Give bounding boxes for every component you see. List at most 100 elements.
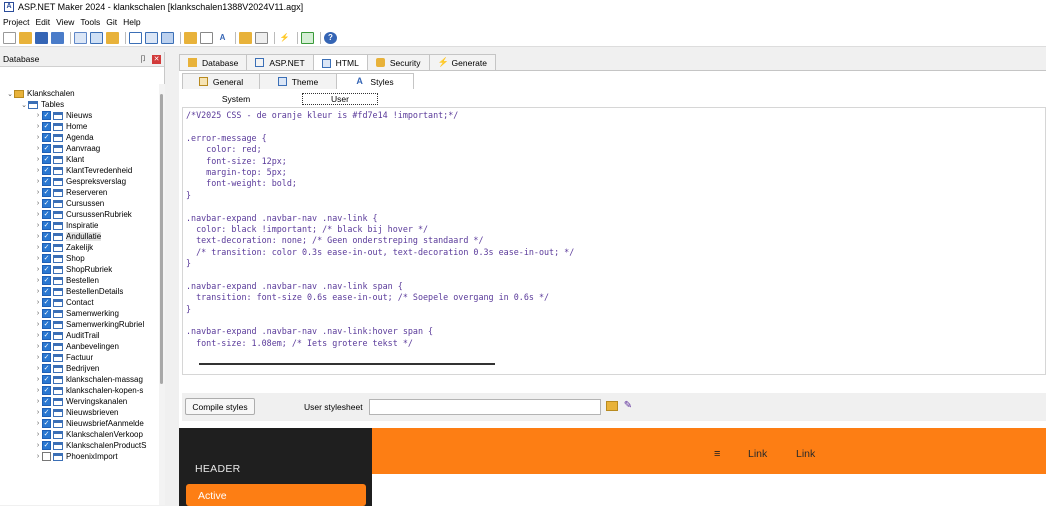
- chevron-right-icon[interactable]: ›: [34, 376, 42, 383]
- tab-general[interactable]: General: [182, 73, 260, 89]
- chevron-right-icon[interactable]: ›: [34, 343, 42, 350]
- browse-folder-icon[interactable]: [606, 401, 618, 411]
- tab-theme[interactable]: Theme: [259, 73, 337, 89]
- page-icon[interactable]: [145, 31, 158, 44]
- sync-icon[interactable]: [301, 31, 314, 44]
- chevron-right-icon[interactable]: ›: [34, 189, 42, 196]
- table-checkbox[interactable]: ✓: [42, 386, 51, 395]
- database-tree[interactable]: ⌄ Klankschalen ⌄ Tables › ✓ Nieuws › ✓ Home › ✓…: [0, 84, 160, 505]
- chevron-right-icon[interactable]: ›: [34, 310, 42, 317]
- open-folder-icon[interactable]: [19, 31, 32, 44]
- chevron-right-icon[interactable]: ›: [34, 211, 42, 218]
- chevron-right-icon[interactable]: ›: [34, 398, 42, 405]
- save-icon[interactable]: [35, 31, 48, 44]
- table-checkbox[interactable]: ✓: [42, 232, 51, 241]
- security-icon[interactable]: [239, 31, 252, 44]
- tab-html[interactable]: HTML: [312, 54, 368, 71]
- table-checkbox[interactable]: ✓: [42, 430, 51, 439]
- tree-table-item[interactable]: › ✓ Home: [34, 121, 87, 132]
- chevron-right-icon[interactable]: ›: [34, 321, 42, 328]
- table-checkbox[interactable]: ✓: [42, 298, 51, 307]
- generate-icon[interactable]: ⚡: [278, 32, 291, 44]
- tree-table-item[interactable]: › ✓ Factuur: [34, 352, 93, 363]
- tree-table-item[interactable]: › ✓ Bedrijven: [34, 363, 99, 374]
- styles-icon[interactable]: A: [216, 32, 229, 44]
- tree-table-item[interactable]: › ✓ Aanvraag: [34, 143, 100, 154]
- chevron-right-icon[interactable]: ›: [34, 156, 42, 163]
- table-checkbox[interactable]: ✓: [42, 397, 51, 406]
- chevron-right-icon[interactable]: ›: [34, 420, 42, 427]
- tree-table-item[interactable]: › ✓ SamenwerkingRubriel: [34, 319, 144, 330]
- menu-help[interactable]: Help: [123, 17, 140, 27]
- table-checkbox[interactable]: ✓: [42, 188, 51, 197]
- table-checkbox[interactable]: ✓: [42, 375, 51, 384]
- tab-database[interactable]: Database: [179, 54, 248, 70]
- table-checkbox[interactable]: ✓: [42, 265, 51, 274]
- table-checkbox[interactable]: ✓: [42, 287, 51, 296]
- tree-table-item[interactable]: › ✓ Andullatie: [34, 231, 102, 242]
- chevron-right-icon[interactable]: ›: [34, 255, 42, 262]
- chevron-right-icon[interactable]: ›: [34, 277, 42, 284]
- table-checkbox[interactable]: ✓: [42, 166, 51, 175]
- tree-table-item[interactable]: › ✓ Contact: [34, 297, 94, 308]
- tree-table-item[interactable]: › ✓ Cursussen: [34, 198, 104, 209]
- tree-table-item[interactable]: › ✓ Inspiratie: [34, 220, 98, 231]
- tree-table-item[interactable]: › ✓ Zakelijk: [34, 242, 93, 253]
- table-checkbox[interactable]: ✓: [42, 210, 51, 219]
- table-checkbox[interactable]: ✓: [42, 353, 51, 362]
- chevron-right-icon[interactable]: ›: [34, 354, 42, 361]
- chevron-right-icon[interactable]: ›: [34, 387, 42, 394]
- pin-icon[interactable]: 卩: [139, 54, 149, 65]
- table-checkbox[interactable]: ✓: [42, 364, 51, 373]
- scrollbar-thumb[interactable]: [160, 94, 163, 384]
- table-checkbox[interactable]: ✓: [42, 144, 51, 153]
- code-text[interactable]: /*V2025 CSS - de oranje kleur is #fd7e14…: [186, 110, 574, 349]
- chevron-right-icon[interactable]: ›: [34, 200, 42, 207]
- tab-user[interactable]: User: [302, 93, 378, 105]
- html-icon[interactable]: [184, 31, 197, 44]
- tree-table-item[interactable]: › ✓ BestellenDetails: [34, 286, 123, 297]
- tree-table-item[interactable]: › ✓ Nieuws: [34, 110, 92, 121]
- table-checkbox[interactable]: ✓: [42, 441, 51, 450]
- table-checkbox[interactable]: ✓: [42, 331, 51, 340]
- close-icon[interactable]: ✕: [152, 54, 161, 64]
- tree-table-item[interactable]: › ✓ NieuwsbriefAanmelde: [34, 418, 144, 429]
- table-checkbox[interactable]: ✓: [42, 408, 51, 417]
- tab-generate[interactable]: ⚡ Generate: [428, 54, 496, 70]
- table-checkbox[interactable]: [42, 452, 51, 461]
- menu-project[interactable]: Project: [3, 17, 29, 27]
- chevron-right-icon[interactable]: ›: [34, 167, 42, 174]
- chevron-down-icon[interactable]: ⌄: [20, 101, 28, 109]
- chevron-right-icon[interactable]: ›: [34, 431, 42, 438]
- table-checkbox[interactable]: ✓: [42, 133, 51, 142]
- tree-table-item[interactable]: › ✓ KlankschalenProductS: [34, 440, 147, 451]
- table-checkbox[interactable]: ✓: [42, 320, 51, 329]
- tree-view-icon[interactable]: [74, 31, 87, 44]
- compile-styles-button[interactable]: Compile styles: [185, 398, 255, 415]
- menu-edit[interactable]: Edit: [35, 17, 50, 27]
- tree-table-item[interactable]: › ✓ klankschalen-kopen-s: [34, 385, 143, 396]
- table-checkbox[interactable]: ✓: [42, 243, 51, 252]
- report-icon[interactable]: [161, 31, 174, 44]
- edit-stylesheet-icon[interactable]: ✎: [622, 400, 634, 412]
- new-file-icon[interactable]: [3, 31, 16, 44]
- tree-table-item[interactable]: › ✓ Samenwerking: [34, 308, 119, 319]
- tree-table-item[interactable]: › ✓ klankschalen-massag: [34, 374, 143, 385]
- help-icon[interactable]: ?: [324, 31, 337, 44]
- tree-table-item[interactable]: › ✓ KlankschalenVerkoop: [34, 429, 143, 440]
- tree-table-item[interactable]: › ✓ Aanbevelingen: [34, 341, 119, 352]
- table-checkbox[interactable]: ✓: [42, 309, 51, 318]
- tree-table-item[interactable]: › ✓ Nieuwsbrieven: [34, 407, 118, 418]
- table-checkbox[interactable]: ✓: [42, 111, 51, 120]
- view-icon[interactable]: [129, 31, 142, 44]
- chevron-right-icon[interactable]: ›: [34, 288, 42, 295]
- tree-table-item[interactable]: › ✓ ShopRubriek: [34, 264, 112, 275]
- chevron-right-icon[interactable]: ›: [34, 145, 42, 152]
- options-icon[interactable]: [255, 31, 268, 44]
- table-checkbox[interactable]: ✓: [42, 221, 51, 230]
- chevron-right-icon[interactable]: ›: [34, 222, 42, 229]
- table-checkbox[interactable]: ✓: [42, 122, 51, 131]
- chevron-right-icon[interactable]: ›: [34, 266, 42, 273]
- script-icon[interactable]: [200, 31, 213, 44]
- chevron-right-icon[interactable]: ›: [34, 453, 42, 460]
